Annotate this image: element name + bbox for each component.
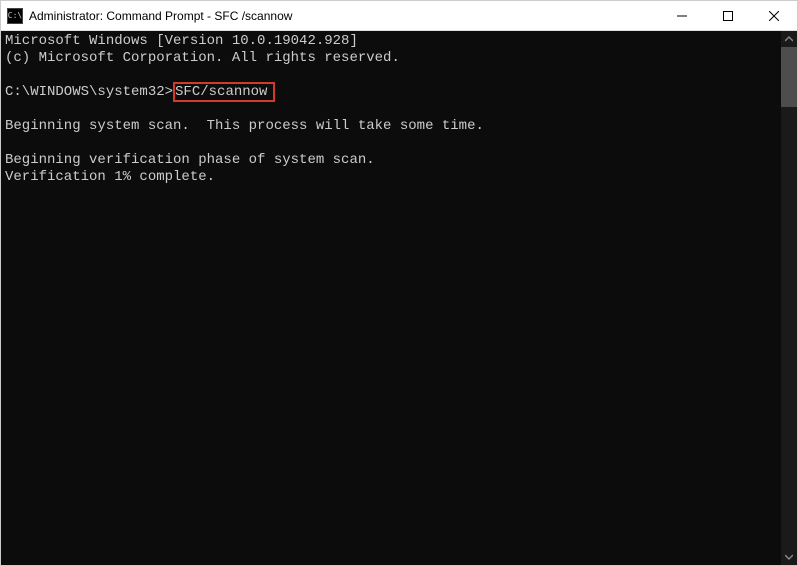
- titlebar[interactable]: C:\ Administrator: Command Prompt - SFC …: [1, 1, 797, 31]
- scroll-down-button[interactable]: [781, 549, 797, 565]
- output-line: Beginning verification phase of system s…: [5, 152, 375, 168]
- close-icon: [769, 11, 779, 21]
- scroll-up-button[interactable]: [781, 31, 797, 47]
- chevron-up-icon: [785, 35, 793, 43]
- command-prompt-window: C:\ Administrator: Command Prompt - SFC …: [0, 0, 798, 566]
- chevron-down-icon: [785, 553, 793, 561]
- output-line: Microsoft Windows [Version 10.0.19042.92…: [5, 33, 358, 49]
- output-line: (c) Microsoft Corporation. All rights re…: [5, 50, 400, 66]
- prompt-path: C:\WINDOWS\system32>: [5, 84, 173, 100]
- output-line: Beginning system scan. This process will…: [5, 118, 484, 134]
- terminal-output[interactable]: Microsoft Windows [Version 10.0.19042.92…: [1, 31, 781, 565]
- command-highlight: SFC/scannow: [173, 82, 275, 102]
- close-button[interactable]: [751, 1, 797, 30]
- minimize-icon: [677, 11, 687, 21]
- scroll-thumb[interactable]: [781, 47, 797, 107]
- maximize-icon: [723, 11, 733, 21]
- app-icon: C:\: [7, 8, 23, 24]
- window-controls: [659, 1, 797, 30]
- maximize-button[interactable]: [705, 1, 751, 30]
- window-title: Administrator: Command Prompt - SFC /sca…: [29, 9, 659, 23]
- terminal-area: Microsoft Windows [Version 10.0.19042.92…: [1, 31, 797, 565]
- scrollbar[interactable]: [781, 31, 797, 565]
- minimize-button[interactable]: [659, 1, 705, 30]
- output-line: Verification 1% complete.: [5, 169, 215, 185]
